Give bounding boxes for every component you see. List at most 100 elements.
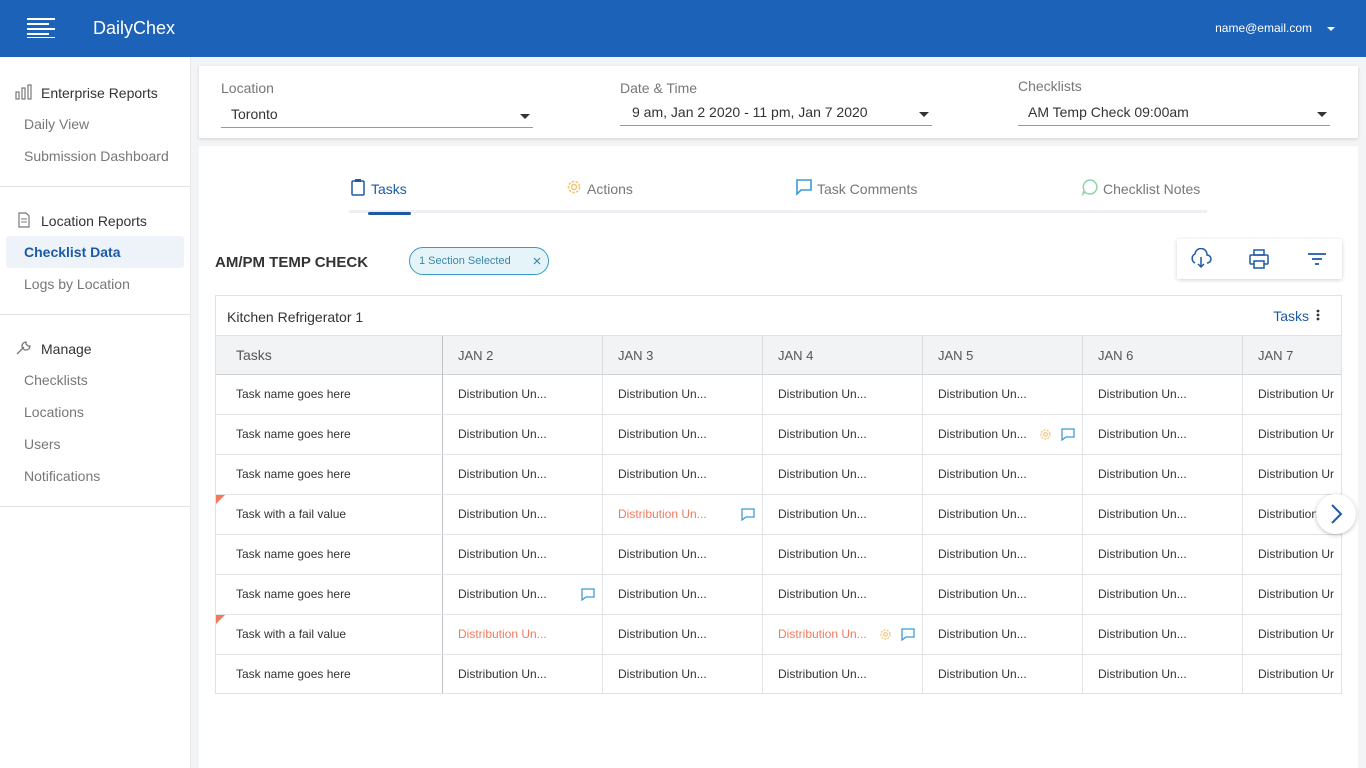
- value-cell[interactable]: Distribution Un...: [442, 415, 602, 454]
- value-cell[interactable]: Distribution Ur: [1242, 575, 1341, 614]
- table-title: Kitchen Refrigerator 1: [227, 309, 364, 325]
- section-chip[interactable]: 1 Section Selected: [409, 247, 549, 275]
- value-cell[interactable]: Distribution Un...: [762, 375, 922, 414]
- value-cell[interactable]: Distribution Un...: [602, 535, 762, 574]
- sidebar-item-users[interactable]: Users: [0, 428, 190, 460]
- comment-icon[interactable]: [1061, 428, 1075, 441]
- value-cell[interactable]: Distribution Un...: [602, 375, 762, 414]
- value-cell[interactable]: Distribution Un...: [602, 455, 762, 494]
- table-row: Task name goes here Distribution Un... Dis…: [216, 415, 1341, 455]
- value-cell[interactable]: Distribution Un...: [442, 375, 602, 414]
- value-cell[interactable]: Distribution Ur: [1242, 415, 1341, 454]
- value-cell[interactable]: Distribution Un...: [762, 415, 922, 454]
- chevron-down-icon[interactable]: [1324, 22, 1338, 36]
- sidebar-item-checklist-data[interactable]: Checklist Data: [6, 236, 184, 268]
- task-name-cell: Task name goes here: [236, 467, 351, 481]
- value-cell[interactable]: Distribution Un...: [602, 495, 762, 534]
- sidebar: Enterprise Reports Daily View Submission…: [0, 57, 191, 768]
- print-icon[interactable]: [1247, 248, 1271, 270]
- value-cell[interactable]: Distribution Un...: [922, 375, 1082, 414]
- value-cell[interactable]: Distribution Un...: [442, 535, 602, 574]
- value-cell[interactable]: Distribution Un...: [922, 535, 1082, 574]
- value-cell[interactable]: Distribution Un...: [762, 535, 922, 574]
- nav-group-location-reports: Location Reports Checklist Data Logs by …: [0, 187, 190, 315]
- task-name-cell: Task name goes here: [236, 667, 351, 681]
- tab-label: Tasks: [371, 181, 407, 197]
- value-cell[interactable]: Distribution Un...: [922, 575, 1082, 614]
- value-cell[interactable]: Distribution Un...: [602, 615, 762, 654]
- comment-icon[interactable]: [581, 588, 595, 601]
- comment-icon[interactable]: [741, 508, 755, 521]
- sidebar-item-locations[interactable]: Locations: [0, 396, 190, 428]
- value-cell[interactable]: Distribution Un...: [442, 495, 602, 534]
- value-cell[interactable]: Distribution Un...: [1082, 655, 1242, 693]
- hamburger-menu-icon[interactable]: [27, 18, 55, 38]
- value-cell[interactable]: Distribution Un...: [602, 575, 762, 614]
- value-cell[interactable]: Distribution Un...: [442, 575, 602, 614]
- value-cell[interactable]: Distribution Un...: [922, 455, 1082, 494]
- nav-head-manage[interactable]: Manage: [0, 332, 190, 364]
- value-cell[interactable]: Distribution Un...: [1082, 415, 1242, 454]
- value-cell[interactable]: Distribution Ur: [1242, 615, 1341, 654]
- wrench-icon: [16, 341, 31, 355]
- sidebar-item-submission-dashboard[interactable]: Submission Dashboard: [0, 140, 190, 172]
- tasks-menu-link[interactable]: Tasks: [1273, 308, 1309, 324]
- user-email[interactable]: name@email.com: [1215, 21, 1312, 35]
- value-cell[interactable]: Distribution Un...: [1082, 495, 1242, 534]
- value-cell[interactable]: Distribution Un...: [442, 455, 602, 494]
- next-page-button[interactable]: [1316, 494, 1356, 534]
- chevron-down-icon: [919, 112, 929, 117]
- checklists-value: AM Temp Check 09:00am: [1028, 104, 1189, 120]
- value-cell[interactable]: Distribution Un...: [1082, 575, 1242, 614]
- checklists-filter: Checklists AM Temp Check 09:00am: [1018, 78, 1330, 126]
- sidebar-item-checklists[interactable]: Checklists: [0, 364, 190, 396]
- nav-head-location-reports[interactable]: Location Reports: [0, 204, 190, 236]
- value-cell[interactable]: Distribution Un...: [922, 495, 1082, 534]
- value-cell[interactable]: Distribution Un...: [762, 655, 922, 693]
- table-header-row: Tasks JAN 2 JAN 3 JAN 4 JAN 5 JAN 6 JAN …: [216, 335, 1341, 375]
- sidebar-item-daily-view[interactable]: Daily View: [0, 108, 190, 140]
- sidebar-item-logs-by-location[interactable]: Logs by Location: [0, 268, 190, 300]
- value-cell[interactable]: Distribution Un...: [922, 655, 1082, 693]
- value-cell[interactable]: Distribution Un...: [1082, 535, 1242, 574]
- task-name-cell: Task with a fail value: [236, 627, 347, 641]
- value-cell[interactable]: Distribution Un...: [1082, 375, 1242, 414]
- datetime-select[interactable]: 9 am, Jan 2 2020 - 11 pm, Jan 7 2020: [620, 104, 932, 126]
- value-cell[interactable]: Distribution Un...: [602, 655, 762, 693]
- document-icon: [18, 212, 30, 228]
- sidebar-item-notifications[interactable]: Notifications: [0, 460, 190, 492]
- gear-icon[interactable]: [1039, 428, 1052, 441]
- value-cell[interactable]: Distribution Un...: [762, 495, 922, 534]
- nav-head-enterprise-reports[interactable]: Enterprise Reports: [0, 76, 190, 108]
- close-icon[interactable]: [532, 256, 542, 266]
- value-cell[interactable]: Distribution Ur: [1242, 455, 1341, 494]
- active-tab-indicator: [368, 212, 411, 215]
- comment-icon[interactable]: [901, 628, 915, 641]
- value-cell[interactable]: Distribution Un...: [922, 415, 1082, 454]
- value-cell[interactable]: Distribution Ur: [1242, 655, 1341, 693]
- value-cell[interactable]: Distribution Un...: [442, 615, 602, 654]
- filter-icon[interactable]: [1305, 248, 1329, 270]
- table-row: Task name goes here Distribution Un... Dis…: [216, 375, 1341, 415]
- location-select[interactable]: Toronto: [221, 106, 533, 128]
- value-cell[interactable]: Distribution Un...: [442, 655, 602, 693]
- nav-head-label: Location Reports: [41, 213, 147, 229]
- value-cell[interactable]: Distribution Un...: [922, 615, 1082, 654]
- gear-icon[interactable]: [879, 628, 892, 641]
- download-icon[interactable]: [1189, 248, 1213, 270]
- value-cell[interactable]: Distribution Un...: [762, 455, 922, 494]
- value-cell[interactable]: Distribution Un...: [602, 415, 762, 454]
- value-cell[interactable]: Distribution Un...: [762, 575, 922, 614]
- value-cell[interactable]: Distribution Un...: [762, 615, 922, 654]
- value-cell[interactable]: Distribution Un...: [1082, 615, 1242, 654]
- kebab-menu-icon[interactable]: [1315, 308, 1321, 322]
- table-row: Task name goes here Distribution Un... Dis…: [216, 455, 1341, 495]
- checklists-select[interactable]: AM Temp Check 09:00am: [1018, 104, 1330, 126]
- chevron-down-icon: [1317, 112, 1327, 117]
- value-cell[interactable]: Distribution Un...: [1082, 455, 1242, 494]
- column-header-jan-3: JAN 3: [602, 336, 762, 375]
- column-header-jan-7: JAN 7: [1242, 336, 1341, 375]
- value-cell[interactable]: Distribution Ur: [1242, 535, 1341, 574]
- value-cell[interactable]: Distribution Ur: [1242, 375, 1341, 414]
- chevron-down-icon: [520, 114, 530, 119]
